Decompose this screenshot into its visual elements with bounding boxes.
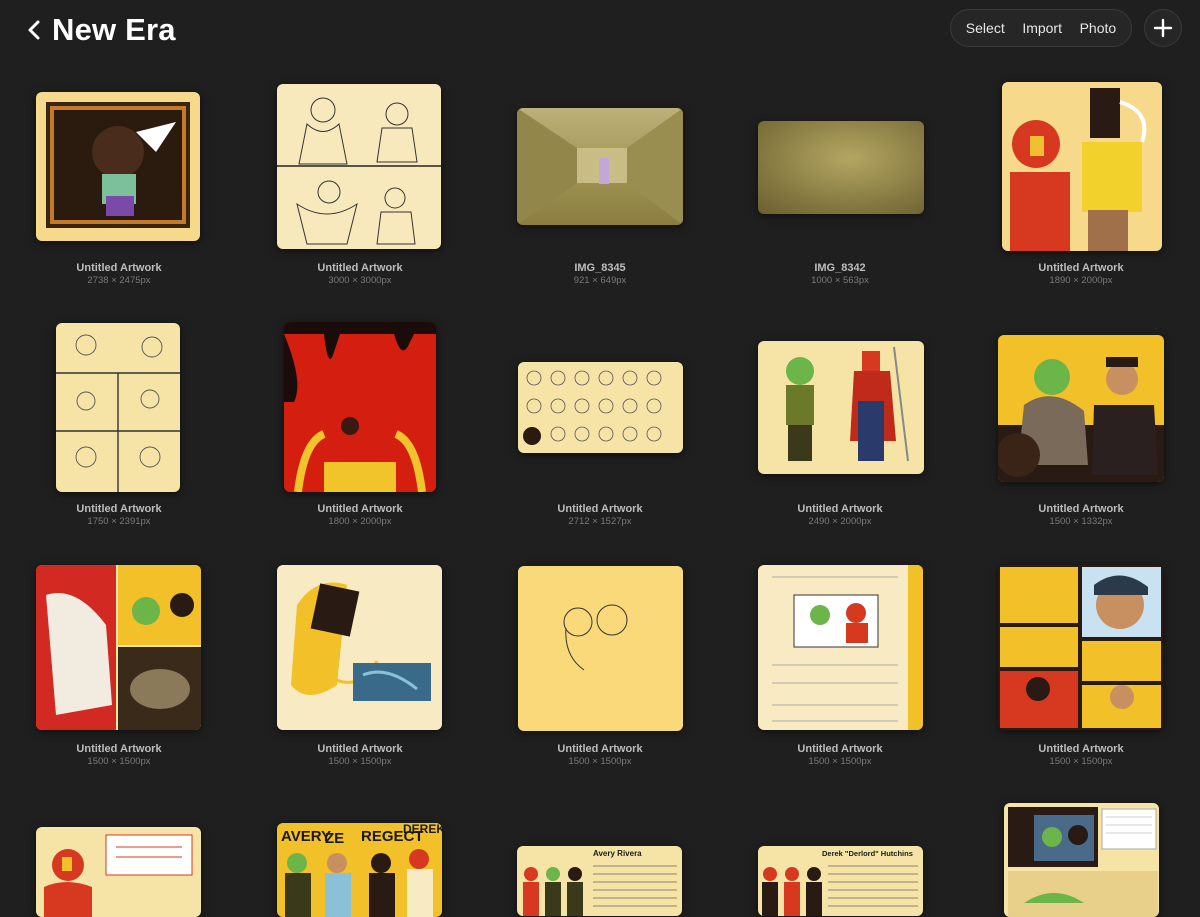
artwork-thumbnail[interactable] <box>36 565 201 730</box>
artwork-name: Untitled Artwork <box>1038 503 1124 515</box>
artwork-dimensions: 1750 × 2391px <box>87 516 151 527</box>
artwork-dimensions: 1500 × 1500px <box>87 756 151 767</box>
artwork-name: Untitled Artwork <box>76 743 162 755</box>
artwork-dimensions: 2738 × 2475px <box>87 275 151 286</box>
poster-label-avery: AVERY <box>281 828 331 845</box>
poster-label-derek: DEREK <box>403 823 442 836</box>
artwork-dimensions: 1500 × 1500px <box>1049 756 1113 767</box>
artwork-thumbnail[interactable] <box>1002 82 1162 251</box>
artwork-thumbnail[interactable] <box>758 565 923 730</box>
artwork-thumbnail[interactable] <box>998 565 1163 730</box>
artwork-name: Untitled Artwork <box>317 743 403 755</box>
artwork-thumbnail[interactable] <box>284 322 436 492</box>
artwork-thumbnail[interactable] <box>277 84 441 249</box>
artwork-dimensions: 2490 × 2000px <box>808 516 872 527</box>
artwork-thumbnail[interactable] <box>56 323 180 492</box>
poster-label-ze: ZE <box>325 830 344 847</box>
artwork-name: Untitled Artwork <box>557 743 643 755</box>
artwork-dimensions: 1800 × 2000px <box>328 516 392 527</box>
artwork-name: Untitled Artwork <box>76 503 162 515</box>
artwork-thumbnail[interactable] <box>758 341 924 474</box>
artwork-dimensions: 3000 × 3000px <box>328 275 392 286</box>
artwork-dimensions: 1500 × 1500px <box>568 756 632 767</box>
artwork-dimensions: 2712 × 1527px <box>568 516 632 527</box>
artwork-thumbnail[interactable] <box>998 335 1164 482</box>
artwork-thumbnail[interactable] <box>36 92 200 241</box>
artwork-thumbnail[interactable] <box>518 566 683 731</box>
artwork-thumbnail[interactable] <box>518 362 683 453</box>
artwork-name: Untitled Artwork <box>557 503 643 515</box>
sheet-title-avery: Avery Rivera <box>593 849 642 858</box>
artwork-name: IMG_8342 <box>814 262 866 274</box>
artwork-dimensions: 1500 × 1500px <box>808 756 872 767</box>
artwork-dimensions: 1890 × 2000px <box>1049 275 1113 286</box>
artwork-thumbnail[interactable] <box>517 108 683 225</box>
artwork-thumbnail[interactable] <box>758 121 924 214</box>
artwork-name: Untitled Artwork <box>317 262 403 274</box>
artwork-dimensions: 1000 × 563px <box>811 275 869 286</box>
artwork-name: IMG_8345 <box>574 262 626 274</box>
sheet-title-derek: Derek "Derlord" Hutchins <box>822 849 913 858</box>
artwork-name: Untitled Artwork <box>317 503 403 515</box>
artwork-gallery: Untitled Artwork 2738 × 2475px Untitled … <box>0 0 1200 917</box>
artwork-dimensions: 921 × 649px <box>573 275 627 286</box>
artwork-thumbnail[interactable]: Avery Rivera <box>517 846 682 916</box>
artwork-dimensions: 1500 × 1332px <box>1049 516 1113 527</box>
artwork-thumbnail[interactable] <box>36 827 201 917</box>
artwork-dimensions: 1500 × 1500px <box>328 756 392 767</box>
artwork-thumbnail[interactable]: Derek "Derlord" Hutchins <box>758 846 923 916</box>
artwork-name: Untitled Artwork <box>797 503 883 515</box>
artwork-name: Untitled Artwork <box>1038 743 1124 755</box>
artwork-thumbnail[interactable] <box>1004 803 1159 917</box>
artwork-name: Untitled Artwork <box>76 262 162 274</box>
artwork-name: Untitled Artwork <box>1038 262 1124 274</box>
artwork-thumbnail[interactable] <box>277 565 442 730</box>
artwork-thumbnail[interactable]: AVERY ZE REGECT DEREK <box>277 823 442 917</box>
artwork-name: Untitled Artwork <box>797 743 883 755</box>
